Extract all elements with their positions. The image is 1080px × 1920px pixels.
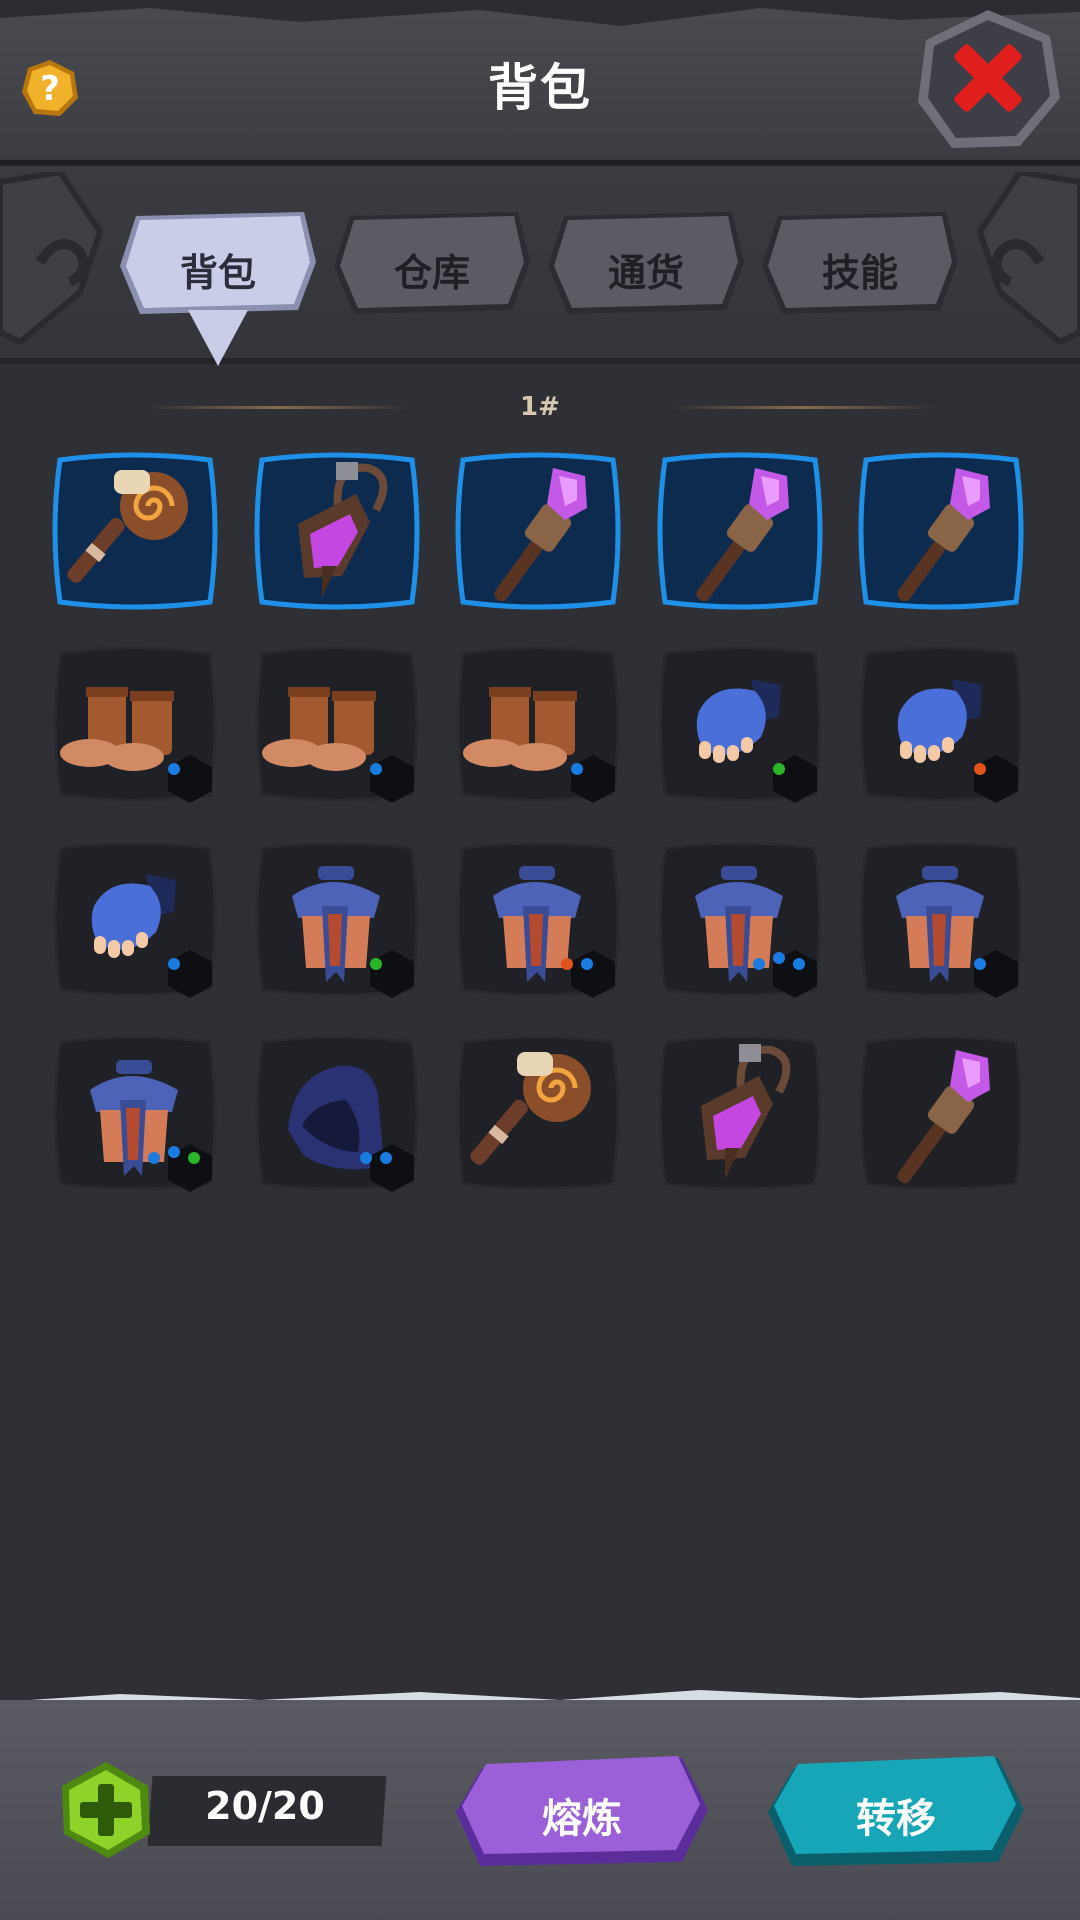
tab-2[interactable]: 仓库 (332, 210, 532, 320)
slot-frame (455, 452, 621, 610)
capacity-text: 20/20 (205, 1784, 325, 1828)
slot-frame (52, 452, 218, 610)
inventory-slot[interactable] (655, 836, 825, 1002)
tab-label: 技能 (821, 251, 898, 295)
inventory-slot[interactable] (453, 641, 623, 807)
inventory-slot[interactable] (453, 448, 623, 614)
right-swirl-ornament (976, 172, 1080, 346)
inventory-slot[interactable] (252, 836, 422, 1002)
question-icon: ? (22, 60, 78, 116)
socket-gem (793, 958, 805, 970)
divider-right (670, 406, 934, 409)
socket-gem (773, 763, 785, 775)
slot-frame (254, 452, 420, 610)
tab-4[interactable]: 技能 (760, 210, 960, 320)
socket-gem (168, 763, 180, 775)
transfer-label: 转移 (856, 1796, 936, 1842)
socket-hexagon (368, 1144, 416, 1192)
inventory-slot[interactable] (50, 448, 220, 614)
tab-1[interactable]: 背包 (118, 210, 318, 366)
page-number-label: 1# (520, 392, 560, 422)
socket-gem (773, 952, 785, 964)
socket-gem (581, 958, 593, 970)
tab-label: 仓库 (393, 251, 470, 295)
inventory-slot[interactable] (50, 836, 220, 1002)
inventory-slot[interactable] (655, 1030, 825, 1196)
tab-3[interactable]: 通货 (546, 210, 746, 320)
socket-gem (974, 958, 986, 970)
socket-gem (753, 958, 765, 970)
slot-frame (858, 452, 1024, 610)
inventory-slot[interactable] (252, 641, 422, 807)
inventory-slot[interactable] (50, 1030, 220, 1196)
socket-gem (148, 1152, 160, 1164)
socket-gem (571, 763, 583, 775)
socket-gem (974, 763, 986, 775)
inventory-slot[interactable] (252, 448, 422, 614)
inventory-slot[interactable] (50, 641, 220, 807)
inventory-slot[interactable] (252, 1030, 422, 1196)
slot-frame (657, 452, 823, 610)
slot-frame (456, 1035, 620, 1191)
divider-left (146, 406, 410, 409)
inventory-slot[interactable] (856, 641, 1026, 807)
socket-gem (370, 763, 382, 775)
smelt-label: 熔炼 (542, 1796, 622, 1842)
socket-gem (561, 958, 573, 970)
tab-label: 背包 (179, 251, 256, 295)
inventory-slot[interactable] (453, 1030, 623, 1196)
socket-gem (188, 1152, 200, 1164)
close-button[interactable] (912, 6, 1064, 154)
socket-gem (360, 1152, 372, 1164)
socket-gem (168, 1146, 180, 1158)
slot-frame (658, 1035, 822, 1191)
inventory-slot[interactable] (856, 448, 1026, 614)
close-x-icon (918, 10, 1060, 148)
help-button[interactable]: ? (20, 58, 80, 118)
tab-label: 通货 (607, 251, 684, 295)
expand-capacity-button[interactable] (56, 1760, 156, 1860)
transfer-button[interactable]: 转移 (764, 1750, 1028, 1870)
socket-gem (168, 958, 180, 970)
inventory-slot[interactable] (856, 1030, 1026, 1196)
inventory-slot[interactable] (856, 836, 1026, 1002)
smelt-button[interactable]: 熔炼 (452, 1750, 712, 1870)
left-swirl-ornament (0, 172, 104, 346)
plus-icon (62, 1762, 150, 1858)
socket-hexagon (569, 950, 617, 998)
socket-gem (380, 1152, 392, 1164)
socket-gem (370, 958, 382, 970)
inventory-slot[interactable] (655, 641, 825, 807)
inventory-slot[interactable] (655, 448, 825, 614)
svg-text:?: ? (40, 69, 60, 109)
inventory-slot[interactable] (453, 836, 623, 1002)
slot-frame (859, 1035, 1023, 1191)
